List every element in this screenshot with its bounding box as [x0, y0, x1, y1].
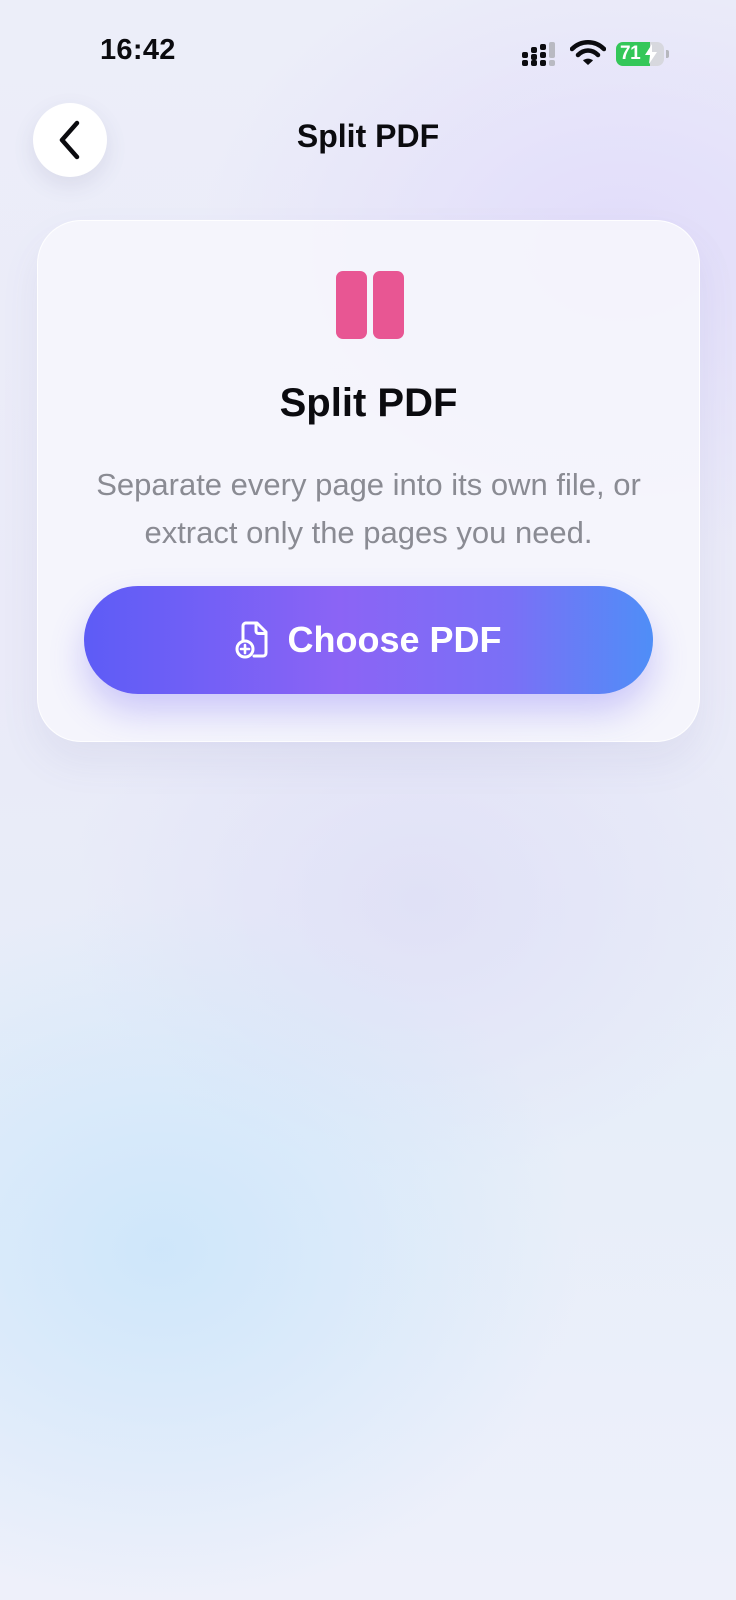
battery-indicator: 71 [616, 42, 669, 66]
split-pages-icon [336, 271, 404, 339]
status-time: 16:42 [100, 34, 176, 66]
split-pdf-card: Split PDF Separate every page into its o… [37, 220, 700, 742]
charging-bolt-icon [645, 44, 657, 64]
battery-icon: 71 [616, 42, 664, 66]
document-add-icon [235, 621, 268, 659]
wifi-icon [570, 40, 606, 65]
card-description: Separate every page into its own file, o… [96, 467, 641, 550]
card-title: Split PDF [279, 381, 458, 425]
signal-icon [522, 42, 555, 66]
page-title: Split PDF [296, 118, 440, 154]
choose-pdf-label: Choose PDF [287, 619, 502, 660]
choose-pdf-button[interactable]: Choose PDF [84, 586, 653, 694]
battery-percent: 71 [620, 43, 641, 64]
battery-tip [666, 50, 669, 58]
status-bar: 16:42 71 [0, 0, 736, 100]
